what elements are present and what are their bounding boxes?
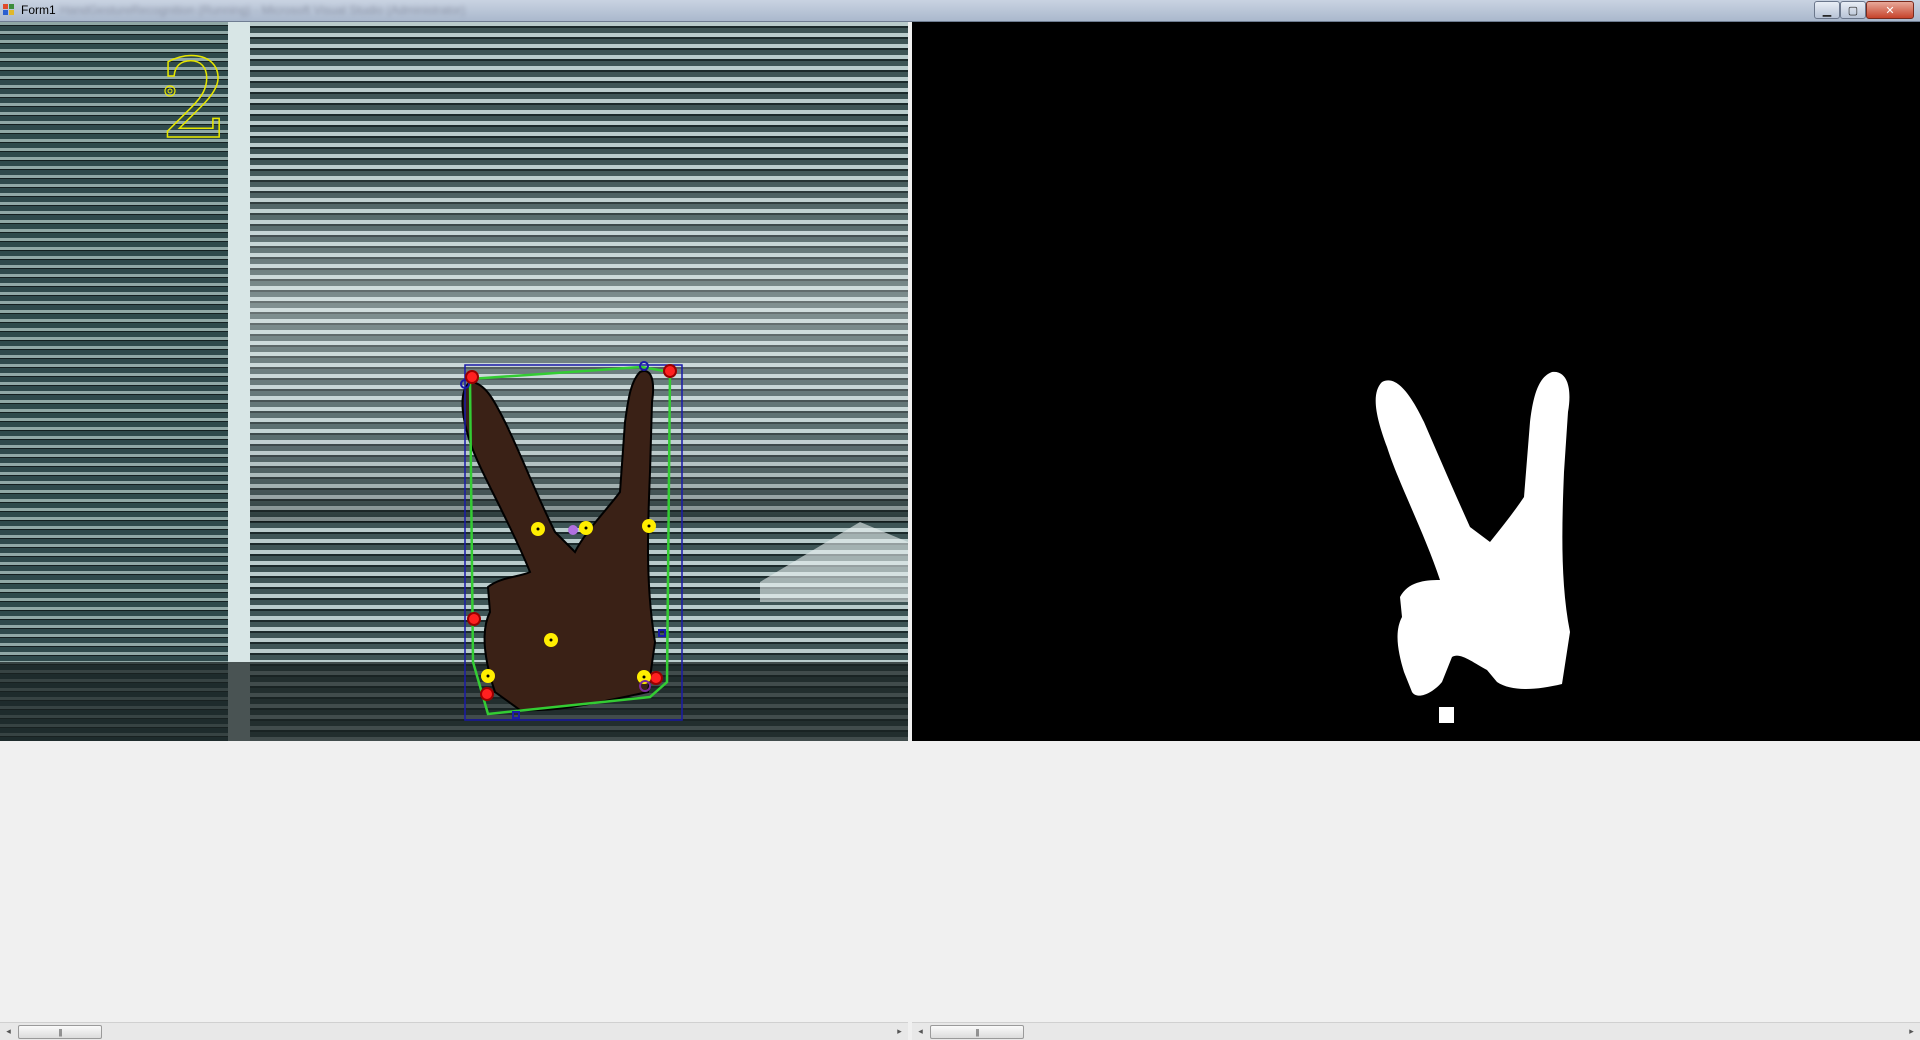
minimize-icon: ▁: [1822, 4, 1832, 17]
close-button[interactable]: ✕: [1866, 1, 1914, 19]
app-icon: [3, 4, 14, 15]
title-bar: Form1 HandGestureRecognition (Running) -…: [0, 0, 1920, 22]
scrollbar-thumb[interactable]: |||: [18, 1025, 102, 1039]
floor-shadow: [0, 662, 908, 741]
center-of-mass-point: [568, 525, 578, 535]
window-title: Form1: [21, 3, 56, 17]
maximize-icon: ▢: [1847, 4, 1859, 17]
left-horizontal-scrollbar[interactable]: ◂ ||| ▸: [0, 1022, 908, 1040]
window-glow: [250, 162, 908, 522]
camera-image: [0, 22, 908, 741]
mask-view: [912, 22, 1920, 741]
close-icon: ✕: [1885, 4, 1895, 17]
scrollbar-thumb[interactable]: |||: [930, 1025, 1024, 1039]
scroll-right-arrow-icon[interactable]: ▸: [1903, 1023, 1920, 1040]
hand-mask: [1375, 371, 1570, 696]
right-horizontal-scrollbar[interactable]: ◂ ||| ▸: [912, 1022, 1920, 1040]
scroll-left-arrow-icon[interactable]: ◂: [0, 1023, 17, 1040]
mask-image: [1375, 371, 1570, 723]
scroll-left-arrow-icon[interactable]: ◂: [912, 1023, 929, 1040]
count-marker-icon: [164, 85, 176, 97]
window-light: [228, 22, 252, 741]
mask-noise-blob: [1439, 707, 1454, 723]
scroll-right-arrow-icon[interactable]: ▸: [891, 1023, 908, 1040]
maximize-button[interactable]: ▢: [1840, 1, 1866, 19]
finger-count-label: 2: [159, 35, 231, 163]
minimize-button[interactable]: ▁: [1814, 1, 1840, 19]
background-window-title: HandGestureRecognition (Running) - Micro…: [60, 3, 466, 17]
camera-view: 2: [0, 22, 908, 741]
